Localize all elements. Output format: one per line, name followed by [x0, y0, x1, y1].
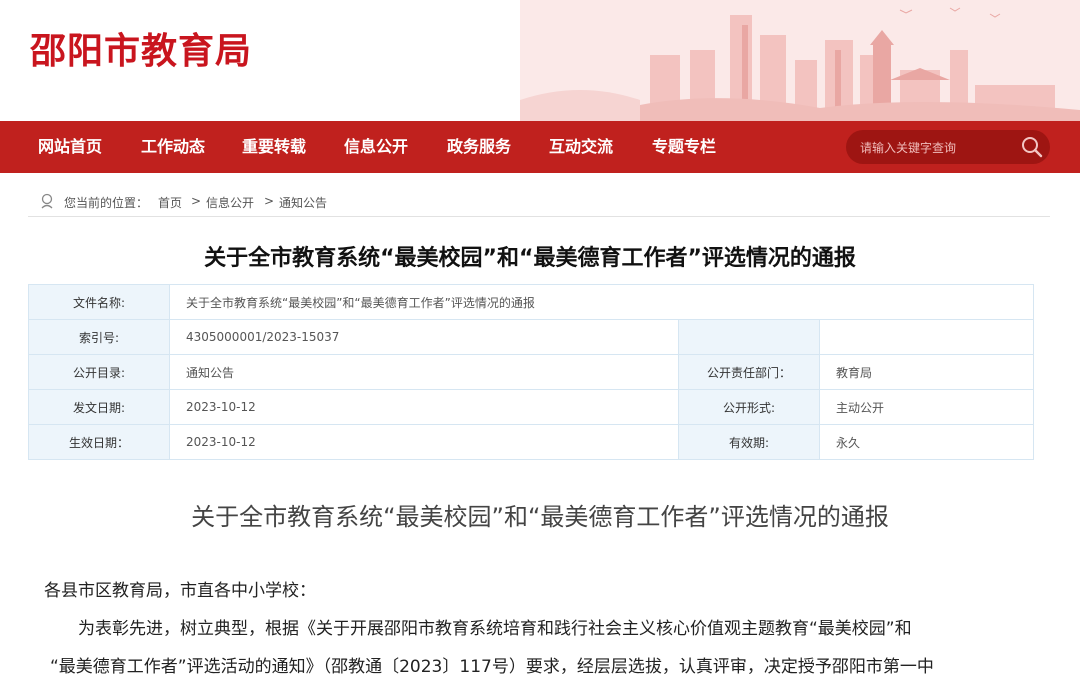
breadcrumb-notice-link[interactable]: 通知公告: [279, 194, 327, 211]
nav-item-gov-services[interactable]: 政务服务: [447, 121, 511, 173]
empty-value-cell: [819, 319, 1034, 355]
empty-label-cell: [678, 319, 820, 355]
nav-item-special-topics[interactable]: 专题专栏: [652, 121, 716, 173]
index-value: 4305000001/2023-15037: [169, 319, 679, 355]
search-icon[interactable]: [1020, 135, 1044, 159]
nav-item-info-disclosure[interactable]: 信息公开: [344, 121, 408, 173]
article-title: 关于全市教育系统“最美校园”和“最美德育工作者”评选情况的通报: [191, 503, 889, 531]
file-name-value: 关于全市教育系统“最美校园”和“最美德育工作者”评选情况的通报: [169, 284, 1034, 320]
nav-item-home[interactable]: 网站首页: [38, 121, 102, 173]
article-salutation: 各县市区教育局，市直各中小学校：: [44, 581, 316, 601]
form-label: 公开形式:: [678, 389, 820, 425]
breadcrumb-prefix: 您当前的位置：: [64, 196, 149, 210]
date-value: 2023-10-12: [169, 389, 679, 425]
catalog-label: 公开目录:: [28, 354, 170, 390]
nav-item-interaction[interactable]: 互动交流: [549, 121, 613, 173]
city-skyline-banner: [520, 0, 1080, 121]
catalog-value: 通知公告: [169, 354, 679, 390]
breadcrumb: 您当前的位置： 首页 > 信息公开 > 通知公告: [28, 188, 1050, 217]
nav-item-reprints[interactable]: 重要转载: [242, 121, 306, 173]
document-title: 关于全市教育系统“最美校园”和“最美德育工作者”评选情况的通报: [204, 246, 856, 271]
article-paragraph-line: 为表彰先进，树立典型，根据《关于开展邵阳市教育系统培育和践行社会主义核心价值观主…: [78, 619, 912, 639]
file-name-label: 文件名称:: [28, 284, 170, 320]
document-meta-table: 文件名称: 关于全市教育系统“最美校园”和“最美德育工作者”评选情况的通报 索引…: [28, 284, 1034, 460]
nav-item-work-news[interactable]: 工作动态: [141, 121, 205, 173]
index-label: 索引号:: [28, 319, 170, 355]
effective-date-label: 生效日期：: [28, 424, 170, 460]
site-header: 邵阳市教育局: [0, 0, 1080, 121]
dept-label: 公开责任部门：: [678, 354, 820, 390]
form-value: 主动公开: [819, 389, 1034, 425]
breadcrumb-separator: >: [191, 194, 202, 208]
breadcrumb-info-link[interactable]: 信息公开: [206, 194, 254, 211]
breadcrumb-separator: >: [264, 194, 275, 208]
site-title[interactable]: 邵阳市教育局: [30, 22, 252, 74]
dept-value: 教育局: [819, 354, 1034, 390]
effective-date-value: 2023-10-12: [169, 424, 679, 460]
location-pin-icon: [40, 193, 54, 212]
article-paragraph-line: “最美德育工作者”评选活动的通知》（邵教通〔2023〕117号）要求，经层层选拔…: [50, 657, 934, 677]
date-label: 发文日期:: [28, 389, 170, 425]
validity-value: 永久: [819, 424, 1034, 460]
breadcrumb-home-link[interactable]: 首页: [158, 194, 182, 211]
search-box: [846, 130, 1050, 166]
validity-label: 有效期:: [678, 424, 820, 460]
search-input[interactable]: [858, 130, 1012, 166]
